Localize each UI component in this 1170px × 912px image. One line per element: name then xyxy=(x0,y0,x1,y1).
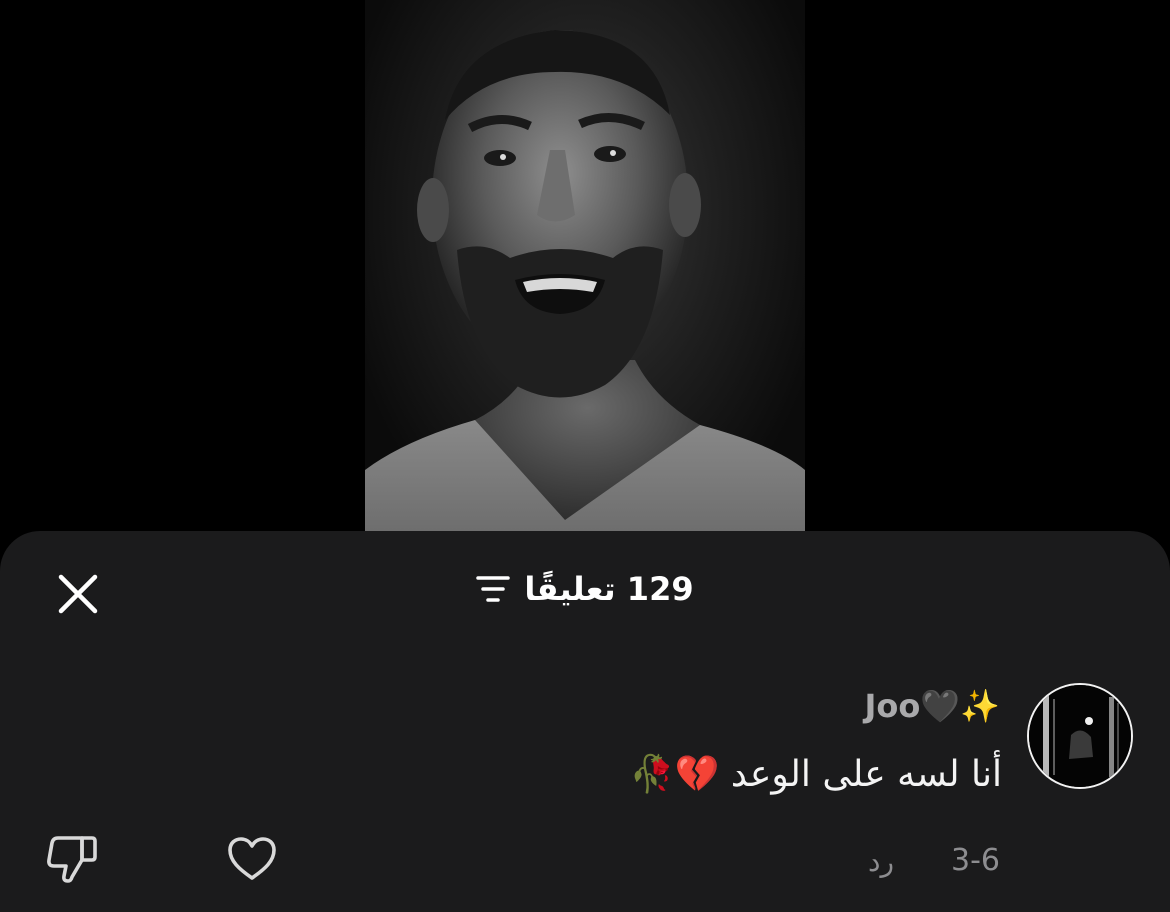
comments-header: 129 تعليقًا xyxy=(0,565,1170,613)
comment-item: Joo🖤✨ أنا لسه على الوعد 💔🥀 3-6 رد xyxy=(0,681,1170,883)
avatar[interactable] xyxy=(1027,683,1133,789)
comments-count-title: 129 تعليقًا xyxy=(524,570,694,608)
dislike-button[interactable] xyxy=(44,831,100,887)
comment-date: 3-6 xyxy=(951,843,1000,878)
comment-text: أنا لسه على الوعد 💔🥀 xyxy=(629,754,1002,795)
sort-filter-button[interactable] xyxy=(476,575,511,603)
like-button[interactable] xyxy=(224,831,280,887)
video-player[interactable] xyxy=(365,0,805,531)
sort-filter-icon xyxy=(476,576,511,602)
comment-username[interactable]: Joo🖤✨ xyxy=(864,687,1000,725)
comments-sheet: 129 تعليقًا Joo🖤✨ أنا لسه على الوعد 💔🥀 3… xyxy=(0,531,1170,912)
app-screen: 129 تعليقًا Joo🖤✨ أنا لسه على الوعد 💔🥀 3… xyxy=(0,0,1170,912)
video-frame xyxy=(365,30,805,531)
heart-icon xyxy=(228,837,276,880)
reply-button[interactable]: رد xyxy=(868,845,894,878)
avatar-image xyxy=(1029,685,1131,787)
thumbs-down-icon xyxy=(47,836,97,883)
